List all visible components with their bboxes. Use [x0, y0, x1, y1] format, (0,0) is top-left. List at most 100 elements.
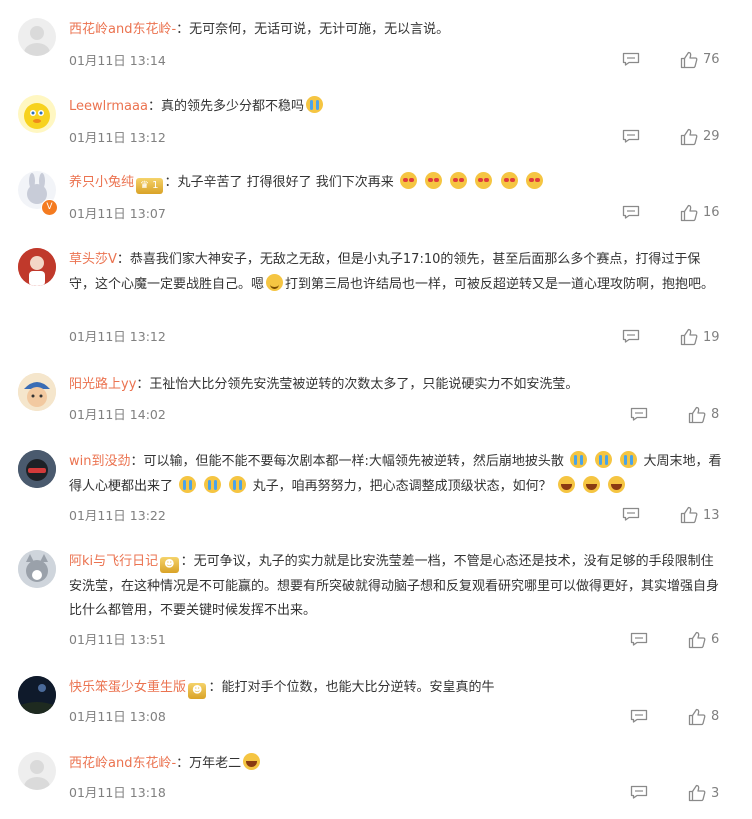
- username-link[interactable]: 养只小兔纯: [69, 175, 134, 190]
- crying-emoji-icon: [229, 475, 247, 493]
- like-count: 16: [703, 205, 720, 220]
- like-icon[interactable]: [688, 406, 706, 424]
- like-count: 6: [711, 632, 720, 647]
- comment-time: 01月11日 13:14: [69, 53, 166, 68]
- fan-badge-icon[interactable]: ☻: [160, 557, 179, 573]
- username-link[interactable]: 阿ki与飞行日记: [69, 554, 158, 569]
- like-icon[interactable]: [680, 51, 698, 69]
- laugh-emoji-icon: [608, 475, 626, 493]
- laugh-emoji-icon: [582, 475, 600, 493]
- tweety-avatar-icon: [24, 103, 50, 129]
- heart-eyes-emoji-icon: [399, 172, 417, 189]
- comment-item: 西花岭and东花岭-：万年老二 01月11日 13:18 3: [0, 752, 752, 812]
- comment-item: Leewlrmaaa：真的领先多少分都不稳吗 01月11日 13:12 29: [0, 95, 752, 155]
- comment-item: win到没劲：可以输，但能不能不要每次剧本都一样:大幅领先被逆转，然后崩地披头散…: [0, 450, 752, 530]
- like-icon[interactable]: [680, 128, 698, 146]
- comment-time: 01月11日 13:08: [69, 709, 166, 724]
- reply-icon[interactable]: [622, 205, 640, 219]
- comment-item: 快乐笨蛋少女重生版 ☻ ：能打对手个位数，也能大比分逆转。安皇真的牛 01月11日 …: [0, 676, 752, 736]
- crying-emoji-icon: [570, 451, 588, 468]
- comment-text: ：可以输，但能不能不要每次剧本都一样:大幅领先被逆转，然后崩地披头散: [130, 454, 564, 469]
- reply-icon[interactable]: [622, 129, 640, 143]
- reply-icon[interactable]: [622, 507, 640, 521]
- comment-time: 01月11日 13:07: [69, 206, 166, 221]
- comment-text: ：真的领先多少分都不稳吗: [147, 99, 304, 114]
- helmet-avatar-icon: [18, 450, 56, 488]
- avatar[interactable]: [18, 373, 56, 411]
- like-count: 76: [703, 52, 720, 67]
- comment-text-continued: 丸子，咱再努努力，把心态调整成顶级状态，如何？: [252, 478, 552, 494]
- comment-item: 西花岭and东花岭-：无可奈何，无话可说，无计可施，无以言说。 01月11日 1…: [0, 18, 752, 78]
- avatar[interactable]: [18, 550, 56, 588]
- comment-text: ：万年老二: [176, 756, 242, 771]
- comment-time: 01月11日 13:22: [69, 508, 166, 523]
- like-count: 19: [703, 330, 720, 345]
- fan-badge-icon[interactable]: ☻: [188, 683, 207, 699]
- smile-emoji-icon: [266, 273, 284, 291]
- comment-time: 01月11日 13:12: [69, 329, 166, 344]
- verified-badge-icon: V: [41, 199, 58, 216]
- comment-item: 阳光路上yy：王祉怡大比分领先安洗莹被逆转的次数太多了，只能说硬实力不如安洗莹。…: [0, 373, 752, 433]
- comment-text: ：丸子辛苦了 打得很好了 我们下次再来: [164, 175, 394, 190]
- crying-emoji-icon: [204, 475, 222, 493]
- like-icon[interactable]: [688, 708, 706, 726]
- crying-emoji-icon: [305, 96, 323, 113]
- heart-eyes-emoji-icon: [450, 172, 468, 189]
- heart-eyes-emoji-icon: [475, 172, 493, 189]
- crying-emoji-icon: [620, 451, 638, 468]
- comment-item: 草头莎V：恭喜我们家大神安子，无敌之无敌，但是小丸子17:10的领先，甚至后面那…: [0, 248, 752, 348]
- reply-icon[interactable]: [622, 52, 640, 66]
- comment-time: 01月11日 13:51: [69, 632, 166, 647]
- comment-text: ：能打对手个位数，也能大比分逆转。安皇真的牛: [208, 680, 495, 695]
- avatar[interactable]: [18, 676, 56, 714]
- cat-avatar-icon: [18, 550, 56, 588]
- username-link[interactable]: 草头莎V: [69, 252, 117, 267]
- laugh-emoji-icon: [557, 475, 575, 493]
- reply-icon[interactable]: [622, 329, 640, 343]
- crying-emoji-icon: [595, 451, 613, 468]
- heart-eyes-emoji-icon: [525, 172, 543, 189]
- crying-emoji-icon: [179, 475, 197, 493]
- heart-eyes-emoji-icon: [500, 172, 518, 189]
- like-count: 13: [703, 508, 720, 523]
- like-icon[interactable]: [688, 784, 706, 802]
- like-icon[interactable]: [688, 631, 706, 649]
- vip-crown-badge[interactable]: ♛ 1: [136, 178, 163, 194]
- reply-icon[interactable]: [630, 407, 648, 421]
- username-link[interactable]: 快乐笨蛋少女重生版: [69, 680, 186, 695]
- default-avatar-icon: [24, 760, 50, 790]
- like-icon[interactable]: [680, 204, 698, 222]
- avatar[interactable]: [18, 248, 56, 286]
- avatar[interactable]: [18, 752, 56, 790]
- cartoon-avatar-icon: [18, 373, 56, 411]
- username-link[interactable]: 西花岭and东花岭-: [69, 22, 176, 37]
- comment-time: 01月11日 13:18: [69, 785, 166, 800]
- heart-eyes-emoji-icon: [425, 172, 443, 189]
- comment-item: 阿ki与飞行日记 ☻ ：无可争议，丸子的实力就是比安洗莹差一档，不管是心态还是技术，…: [0, 550, 752, 650]
- comment-text-continued: 打到第三局也许结局也一样，可被反超逆转又是一道心理攻防啊，抱抱吧。: [285, 276, 715, 292]
- username-link[interactable]: Leewlrmaaa: [69, 99, 148, 114]
- like-count: 3: [711, 786, 720, 801]
- default-avatar-icon: [24, 26, 50, 56]
- username-link[interactable]: 阳光路上yy: [69, 377, 136, 392]
- person-avatar-icon: [18, 248, 56, 286]
- comment-time: 01月11日 13:12: [69, 130, 166, 145]
- reply-icon[interactable]: [630, 632, 648, 646]
- reply-icon[interactable]: [630, 709, 648, 723]
- night-sky-avatar-icon: [18, 676, 56, 714]
- like-count: 29: [703, 129, 720, 144]
- comment-item: V 养只小兔纯 ♛ 1 ：丸子辛苦了 打得很好了 我们下次再来 01月11日 13:…: [0, 171, 752, 231]
- avatar[interactable]: [18, 450, 56, 488]
- laugh-emoji-icon: [243, 753, 261, 770]
- reply-icon[interactable]: [630, 785, 648, 799]
- avatar[interactable]: [18, 95, 56, 133]
- avatar[interactable]: [18, 18, 56, 56]
- like-count: 8: [711, 407, 720, 422]
- comment-text: ：王祉怡大比分领先安洗莹被逆转的次数太多了，只能说硬实力不如安洗莹。: [136, 377, 579, 392]
- username-link[interactable]: win到没劲: [69, 454, 130, 469]
- like-icon[interactable]: [680, 506, 698, 524]
- comment-text: ：无可奈何，无话可说，无计可施，无以言说。: [176, 22, 450, 37]
- like-count: 8: [711, 709, 720, 724]
- username-link[interactable]: 西花岭and东花岭-: [69, 756, 176, 771]
- like-icon[interactable]: [680, 328, 698, 346]
